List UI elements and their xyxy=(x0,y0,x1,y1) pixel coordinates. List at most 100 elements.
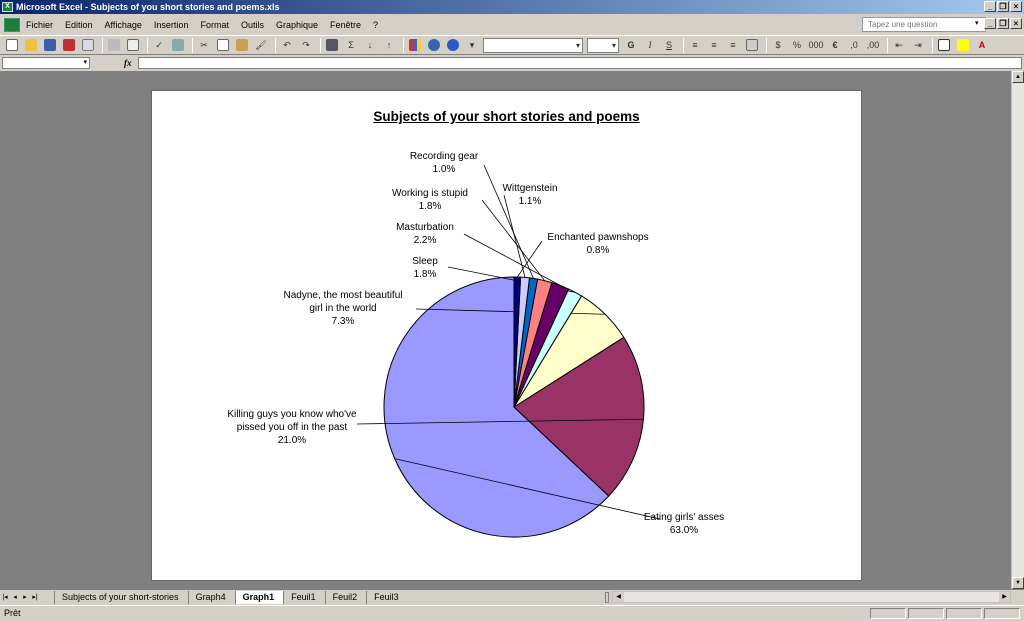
thousands-icon[interactable]: 000 xyxy=(808,37,824,53)
font-size-combo[interactable] xyxy=(587,37,619,53)
drawing-icon[interactable] xyxy=(426,37,442,53)
label-sleep[interactable]: Sleep 1.8% xyxy=(400,255,450,281)
decrease-indent-icon[interactable]: ⇤ xyxy=(891,37,907,53)
label-masturbation[interactable]: Masturbation 2.2% xyxy=(385,221,465,247)
horizontal-scrollbar[interactable]: ◀ ▶ xyxy=(612,591,1011,603)
last-sheet-icon[interactable]: ▸| xyxy=(30,593,40,601)
borders-icon[interactable] xyxy=(936,37,952,53)
font-name-combo[interactable] xyxy=(483,37,583,53)
menu-format[interactable]: Format xyxy=(194,20,235,30)
email-icon[interactable] xyxy=(80,37,96,53)
autosum-icon[interactable]: Σ xyxy=(343,37,359,53)
label-wittgenstein[interactable]: Wittgenstein 1.1% xyxy=(494,182,566,208)
redo-icon[interactable]: ↷ xyxy=(298,37,314,53)
menu-insertion[interactable]: Insertion xyxy=(148,20,195,30)
tab-feuil2[interactable]: Feuil2 xyxy=(324,590,367,604)
print-preview-icon[interactable] xyxy=(125,37,141,53)
font-color-icon[interactable]: A xyxy=(974,37,990,53)
bold-icon[interactable]: G xyxy=(623,37,639,53)
help-question-input[interactable]: Tapez une question xyxy=(862,17,986,32)
label-eating-pct: 63.0% xyxy=(669,525,699,536)
decrease-decimal-icon[interactable]: ,00 xyxy=(865,37,881,53)
sort-descending-icon[interactable]: ↑ xyxy=(381,37,397,53)
doc-close-button[interactable]: × xyxy=(1010,18,1022,29)
scroll-right-icon[interactable]: ▶ xyxy=(999,592,1010,602)
align-right-icon[interactable]: ≡ xyxy=(725,37,741,53)
spelling-icon[interactable]: ✓ xyxy=(151,37,167,53)
label-killing-text1: Killing guys you know who've xyxy=(227,409,357,420)
fill-color-icon[interactable] xyxy=(955,37,971,53)
first-sheet-icon[interactable]: |◂ xyxy=(0,593,10,601)
chart-wizard-icon[interactable] xyxy=(407,37,423,53)
label-pawnshops[interactable]: Enchanted pawnshops 0.8% xyxy=(536,231,660,257)
align-left-icon[interactable]: ≡ xyxy=(687,37,703,53)
fx-icon[interactable]: fx xyxy=(124,58,132,68)
help-icon[interactable] xyxy=(445,37,461,53)
vertical-scrollbar[interactable]: ▲ ▼ xyxy=(1011,71,1024,589)
prev-sheet-icon[interactable]: ◂ xyxy=(10,593,20,601)
increase-decimal-icon[interactable]: ,0 xyxy=(846,37,862,53)
sort-ascending-icon[interactable]: ↓ xyxy=(362,37,378,53)
label-recording[interactable]: Recording gear 1.0% xyxy=(397,150,491,176)
italic-icon[interactable]: I xyxy=(642,37,658,53)
scroll-up-icon[interactable]: ▲ xyxy=(1012,71,1024,83)
tab-graph1[interactable]: Graph1 xyxy=(234,590,284,604)
formula-input[interactable] xyxy=(137,57,1022,69)
chart-area[interactable]: Subjects of your short stories and poems… xyxy=(151,90,862,581)
new-icon[interactable] xyxy=(4,37,20,53)
menu-graphique[interactable]: Graphique xyxy=(270,20,324,30)
excel-app-icon[interactable]: X xyxy=(2,2,13,12)
tab-feuil1[interactable]: Feuil1 xyxy=(283,590,325,604)
format-painter-icon[interactable]: 🖌 xyxy=(253,37,269,53)
euro-icon[interactable]: € xyxy=(827,37,843,53)
align-center-icon[interactable]: ≡ xyxy=(706,37,722,53)
toolbar-separator xyxy=(683,37,684,53)
toolbar-options-icon[interactable]: ▾ xyxy=(464,37,480,53)
scroll-down-icon[interactable]: ▼ xyxy=(1012,577,1024,589)
close-window-button[interactable]: × xyxy=(1010,1,1022,12)
menu-fichier[interactable]: Fichier xyxy=(20,20,59,30)
research-icon[interactable] xyxy=(170,37,186,53)
document-icon[interactable] xyxy=(4,17,20,32)
tab-graph4[interactable]: Graph4 xyxy=(187,590,235,604)
toolbar-separator xyxy=(102,37,103,53)
menu-help[interactable]: ? xyxy=(367,20,384,30)
toolbar-separator xyxy=(192,37,193,53)
label-nadyne[interactable]: Nadyne, the most beautiful girl in the w… xyxy=(270,289,416,328)
permission-icon[interactable] xyxy=(61,37,77,53)
next-sheet-icon[interactable]: ▸ xyxy=(20,593,30,601)
label-working[interactable]: Working is stupid 1.8% xyxy=(380,187,480,213)
currency-icon[interactable]: $ xyxy=(770,37,786,53)
paste-icon[interactable] xyxy=(234,37,250,53)
hyperlink-icon[interactable] xyxy=(324,37,340,53)
menu-affichage[interactable]: Affichage xyxy=(99,20,148,30)
label-killing[interactable]: Killing guys you know who've pissed you … xyxy=(212,408,372,447)
name-box[interactable]: ▾ xyxy=(2,57,90,69)
label-eating[interactable]: Eating girls' asses 63.0% xyxy=(614,511,754,537)
percent-icon[interactable]: % xyxy=(789,37,805,53)
label-sleep-pct: 1.8% xyxy=(413,269,437,280)
tab-feuil3[interactable]: Feuil3 xyxy=(366,590,408,604)
menu-outils[interactable]: Outils xyxy=(235,20,270,30)
pie-chart-plot[interactable] xyxy=(152,91,863,582)
open-icon[interactable] xyxy=(23,37,39,53)
merge-center-icon[interactable] xyxy=(744,37,760,53)
name-box-dropdown-icon[interactable]: ▾ xyxy=(83,58,87,68)
cut-icon[interactable]: ✂ xyxy=(196,37,212,53)
doc-restore-button[interactable]: ❐ xyxy=(997,18,1009,29)
menu-fenetre[interactable]: Fenêtre xyxy=(324,20,367,30)
tab-split-handle[interactable] xyxy=(605,592,609,603)
underline-icon[interactable]: S xyxy=(661,37,677,53)
save-icon[interactable] xyxy=(42,37,58,53)
doc-minimize-button[interactable]: _ xyxy=(984,18,996,29)
increase-indent-icon[interactable]: ⇥ xyxy=(910,37,926,53)
minimize-button[interactable]: _ xyxy=(984,1,996,12)
scroll-left-icon[interactable]: ◀ xyxy=(613,592,624,602)
copy-icon[interactable] xyxy=(215,37,231,53)
menu-edition[interactable]: Edition xyxy=(59,20,99,30)
help-dropdown-icon[interactable]: ▾ xyxy=(975,19,979,27)
tab-subjects[interactable]: Subjects of your short-stories xyxy=(54,590,188,604)
undo-icon[interactable]: ↶ xyxy=(279,37,295,53)
restore-button[interactable]: ❐ xyxy=(997,1,1009,12)
print-icon[interactable] xyxy=(106,37,122,53)
